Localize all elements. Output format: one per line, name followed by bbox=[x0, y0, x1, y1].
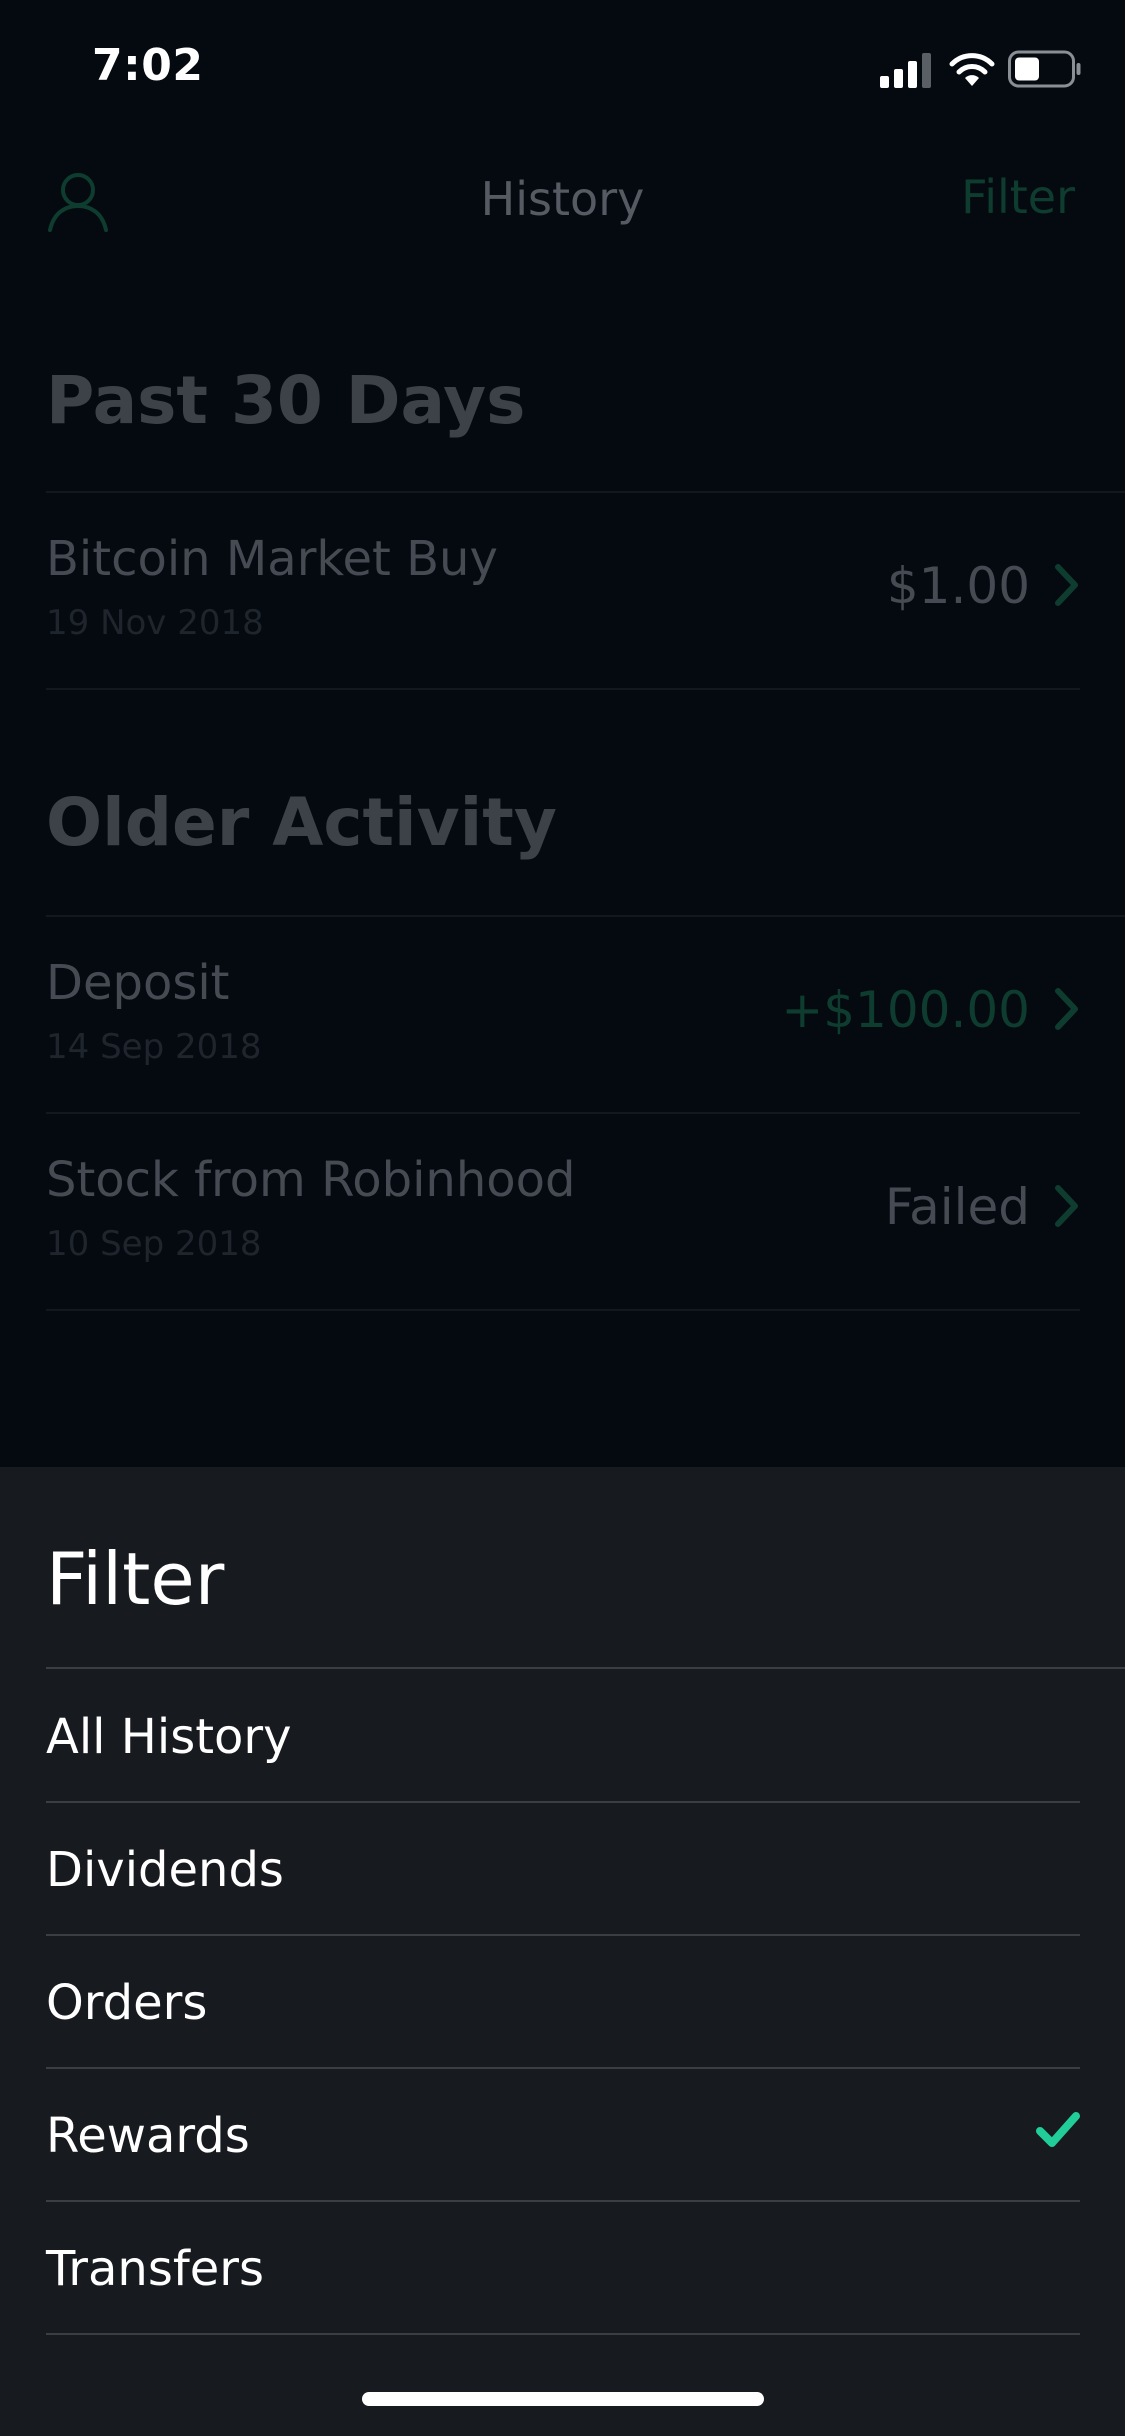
row-date: 14 Sep 2018 bbox=[46, 1027, 262, 1067]
divider bbox=[46, 1309, 1080, 1311]
history-screen: 7:02 History Filter Past 30 Days Bitcoin… bbox=[0, 0, 1125, 2436]
signal-icon bbox=[880, 53, 931, 88]
row-title: Bitcoin Market Buy bbox=[46, 531, 498, 587]
status-time: 7:02 bbox=[92, 40, 204, 91]
option-label: Rewards bbox=[46, 2108, 250, 2164]
battery-icon bbox=[1008, 50, 1081, 88]
row-amount: +$100.00 bbox=[781, 981, 1030, 1039]
filter-option-all-history[interactable]: All History bbox=[46, 1669, 1080, 1802]
history-row[interactable]: Stock from Robinhood 10 Sep 2018 Failed bbox=[46, 1114, 1080, 1310]
wifi-icon bbox=[949, 53, 995, 86]
checkmark-icon bbox=[1036, 2112, 1080, 2147]
nav-bar: History Filter bbox=[0, 150, 1125, 250]
status-bar: 7:02 bbox=[0, 0, 1125, 132]
section-heading: Past 30 Days bbox=[46, 362, 526, 439]
chevron-right-icon bbox=[1055, 1185, 1078, 1227]
divider bbox=[46, 688, 1080, 690]
row-date: 10 Sep 2018 bbox=[46, 1224, 262, 1264]
filter-option-rewards[interactable]: Rewards bbox=[46, 2068, 1080, 2201]
history-row[interactable]: Deposit 14 Sep 2018 +$100.00 bbox=[46, 917, 1080, 1113]
option-label: Dividends bbox=[46, 1842, 284, 1898]
filter-option-orders[interactable]: Orders bbox=[46, 1935, 1080, 2068]
option-label: Orders bbox=[46, 1975, 208, 2031]
filter-option-dividends[interactable]: Dividends bbox=[46, 1802, 1080, 1935]
divider bbox=[46, 2333, 1080, 2335]
chevron-right-icon bbox=[1055, 988, 1078, 1030]
chevron-right-icon bbox=[1055, 564, 1078, 606]
row-amount: Failed bbox=[884, 1178, 1030, 1236]
filter-option-transfers[interactable]: Transfers bbox=[46, 2201, 1080, 2334]
history-row[interactable]: Bitcoin Market Buy 19 Nov 2018 $1.00 bbox=[46, 493, 1080, 689]
row-date: 19 Nov 2018 bbox=[46, 603, 264, 643]
page-title: History bbox=[480, 172, 645, 226]
row-amount: $1.00 bbox=[886, 557, 1030, 615]
row-title: Deposit bbox=[46, 955, 230, 1011]
option-label: Transfers bbox=[46, 2241, 265, 2297]
filter-button[interactable]: Filter bbox=[961, 170, 1075, 224]
home-indicator[interactable] bbox=[362, 2392, 764, 2406]
filter-sheet: Filter All History Dividends Orders Rewa… bbox=[0, 1467, 1125, 2436]
section-heading: Older Activity bbox=[46, 784, 557, 861]
sheet-title: Filter bbox=[46, 1537, 225, 1621]
option-label: All History bbox=[46, 1709, 292, 1765]
row-title: Stock from Robinhood bbox=[46, 1152, 576, 1208]
